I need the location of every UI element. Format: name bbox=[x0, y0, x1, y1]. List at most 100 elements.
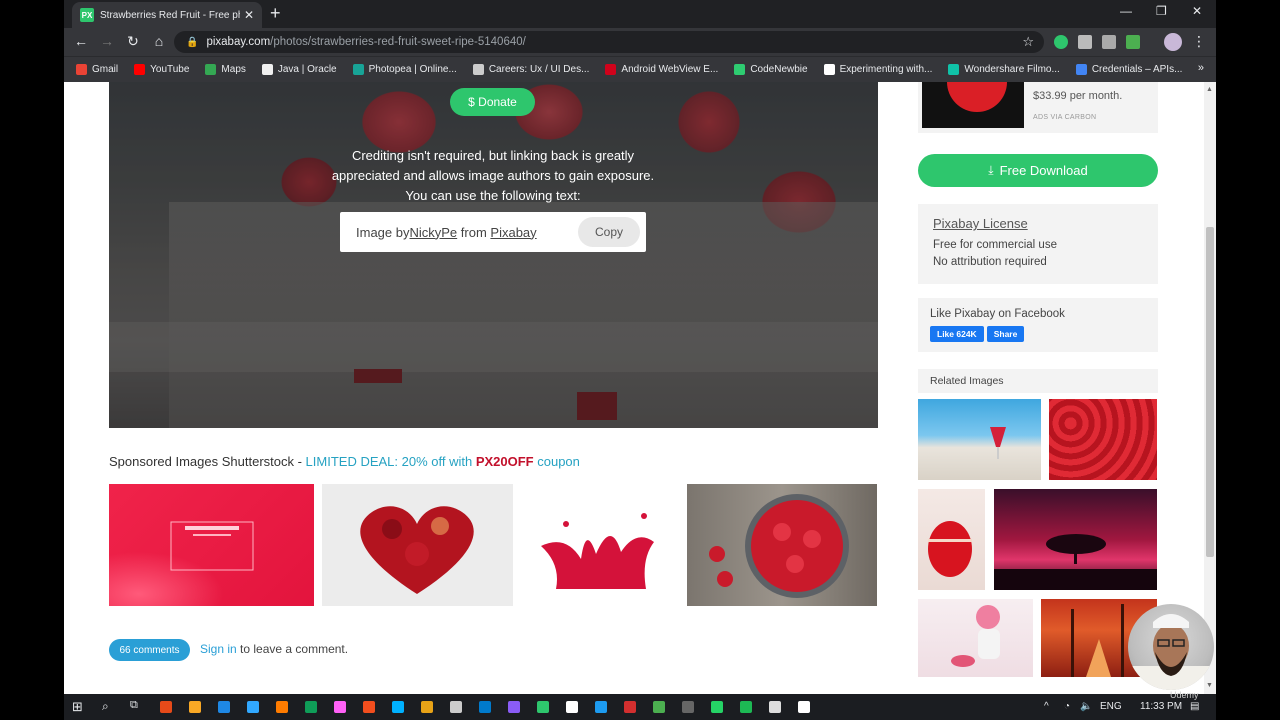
bookmark-item[interactable]: Experimenting with... bbox=[823, 64, 933, 75]
close-tab-icon[interactable]: ✕ bbox=[244, 8, 254, 22]
pixabay-link[interactable]: Pixabay bbox=[490, 225, 536, 240]
free-download-button[interactable]: ⤓ Free Download bbox=[918, 154, 1158, 187]
network-icon[interactable]: ◔ bbox=[1064, 701, 1070, 712]
extension-icon[interactable] bbox=[1126, 35, 1140, 49]
taskbar-app-icon[interactable] bbox=[624, 701, 636, 713]
license-link[interactable]: Pixabay License bbox=[933, 216, 1143, 231]
new-tab-icon[interactable]: + bbox=[270, 4, 281, 22]
bookmark-item[interactable]: Gmail bbox=[76, 64, 118, 75]
page-scrollbar[interactable]: ▲ ▼ bbox=[1204, 82, 1216, 694]
related-image[interactable] bbox=[918, 399, 1041, 480]
bookmark-item[interactable]: Android WebView E... bbox=[605, 64, 718, 75]
extension-icon[interactable] bbox=[1102, 35, 1116, 49]
fruits-banner-graphic bbox=[170, 521, 254, 571]
signin-link[interactable]: Sign in bbox=[200, 642, 237, 656]
related-image[interactable] bbox=[918, 489, 985, 590]
sponsored-image[interactable] bbox=[109, 484, 314, 606]
windows-start-icon[interactable]: ⊞ bbox=[72, 699, 83, 715]
address-bar[interactable]: 🔒 pixabay.com /photos/strawberries-red-f… bbox=[174, 31, 1044, 53]
facebook-title: Like Pixabay on Facebook bbox=[930, 308, 1065, 320]
home-icon[interactable]: ⌂ bbox=[150, 33, 168, 49]
credit-line: appreciated and allows image authors to … bbox=[331, 168, 655, 183]
bookmark-favicon-icon bbox=[76, 64, 87, 75]
taskbar-app-icon[interactable] bbox=[537, 701, 549, 713]
tab-pixabay[interactable]: PX Strawberries Red Fruit - Free pho ✕ bbox=[72, 2, 262, 28]
scroll-down-icon[interactable]: ▼ bbox=[1206, 682, 1213, 689]
author-link[interactable]: NickyPe bbox=[409, 225, 457, 240]
taskbar-app-icon[interactable] bbox=[798, 701, 810, 713]
bookmarks-more-icon[interactable]: » bbox=[1198, 62, 1204, 74]
taskbar-app-icon[interactable] bbox=[421, 701, 433, 713]
language-indicator[interactable]: ENG bbox=[1100, 701, 1122, 712]
taskbar-app-icon[interactable] bbox=[653, 701, 665, 713]
taskbar-app-icon[interactable] bbox=[682, 701, 694, 713]
bookmark-label: Wondershare Filmo... bbox=[964, 64, 1060, 75]
window-close-icon[interactable]: ✕ bbox=[1192, 4, 1202, 18]
show-hidden-icons-icon[interactable]: ^ bbox=[1044, 701, 1049, 712]
deal-suffix: coupon bbox=[533, 454, 580, 469]
deal-link[interactable]: LIMITED DEAL: 20% off with PX20OFF coupo… bbox=[306, 454, 580, 469]
taskbar-app-icon[interactable] bbox=[566, 701, 578, 713]
sponsored-image[interactable] bbox=[687, 484, 877, 606]
taskbar-app-icon[interactable] bbox=[740, 701, 752, 713]
bookmark-item[interactable]: CodeNewbie bbox=[734, 64, 808, 75]
taskbar-app-icon[interactable] bbox=[508, 701, 520, 713]
related-image[interactable] bbox=[918, 599, 1033, 677]
taskbar-app-icon[interactable] bbox=[160, 701, 172, 713]
bookmark-item[interactable]: Photopea | Online... bbox=[352, 64, 457, 75]
maximize-icon[interactable]: ❐ bbox=[1156, 4, 1167, 18]
clock[interactable]: 11:33 PM bbox=[1140, 701, 1182, 712]
taskbar-app-icon[interactable] bbox=[450, 701, 462, 713]
notifications-icon[interactable]: ▤ bbox=[1190, 701, 1199, 712]
taskbar-app-icon[interactable] bbox=[479, 701, 491, 713]
scroll-up-icon[interactable]: ▲ bbox=[1206, 86, 1213, 93]
scrollbar-thumb[interactable] bbox=[1206, 227, 1214, 557]
taskbar-app-icon[interactable] bbox=[334, 701, 346, 713]
donate-button[interactable]: $ Donate bbox=[450, 88, 535, 116]
search-icon[interactable]: ⌕ bbox=[102, 699, 109, 714]
bookmark-item[interactable]: Java | Oracle bbox=[261, 64, 337, 75]
bookmark-item[interactable]: YouTube bbox=[134, 64, 189, 75]
bookmark-item[interactable]: Careers: Ux / UI Des... bbox=[472, 64, 589, 75]
minimize-icon[interactable]: — bbox=[1120, 4, 1132, 18]
grammarly-extension-icon[interactable] bbox=[1054, 35, 1068, 49]
taskbar-app-icon[interactable] bbox=[218, 701, 230, 713]
comments-count-badge[interactable]: 66 comments bbox=[109, 639, 190, 661]
taskbar-app-icon[interactable] bbox=[305, 701, 317, 713]
facebook-share-button[interactable]: Share bbox=[986, 326, 1025, 342]
browser-window: PX Strawberries Red Fruit - Free pho ✕ +… bbox=[64, 0, 1216, 720]
bookmark-star-icon[interactable]: ☆ bbox=[1022, 34, 1034, 50]
taskbar-app-icon[interactable] bbox=[595, 701, 607, 713]
taskbar-app-icon[interactable] bbox=[769, 701, 781, 713]
volume-icon[interactable]: 🔈 bbox=[1080, 701, 1092, 712]
related-image[interactable] bbox=[994, 489, 1157, 590]
coupon-code: PX20OFF bbox=[475, 454, 534, 469]
profile-avatar[interactable] bbox=[1164, 33, 1182, 51]
bookmark-item[interactable]: Wondershare Filmo... bbox=[948, 64, 1060, 75]
taskbar-app-icon[interactable] bbox=[392, 701, 404, 713]
sponsored-image[interactable] bbox=[322, 484, 513, 606]
taskbar-app-icon[interactable] bbox=[189, 701, 201, 713]
bookmark-item[interactable]: Credentials – APIs... bbox=[1075, 64, 1182, 75]
bookmark-item[interactable]: Maps bbox=[205, 64, 246, 75]
bookmark-favicon-icon bbox=[823, 64, 835, 75]
menu-icon[interactable]: ⋮ bbox=[1190, 33, 1208, 50]
taskbar-app-icon[interactable] bbox=[363, 701, 375, 713]
related-image[interactable] bbox=[1049, 399, 1157, 480]
copy-button[interactable]: Copy bbox=[578, 217, 640, 247]
bookmark-label: Experimenting with... bbox=[839, 64, 933, 75]
reload-icon[interactable]: ↻ bbox=[124, 33, 142, 50]
credit-line: You can use the following text: bbox=[405, 188, 581, 203]
extension-icon[interactable] bbox=[1078, 35, 1092, 49]
sponsored-image[interactable] bbox=[526, 484, 668, 606]
carbon-ad[interactable]: $33.99 per month. ADS VIA CARBON bbox=[918, 82, 1158, 133]
forward-icon[interactable]: → bbox=[98, 33, 116, 49]
bookmark-label: Gmail bbox=[92, 64, 119, 75]
taskbar-app-icon[interactable] bbox=[276, 701, 288, 713]
related-images-heading: Related Images bbox=[918, 369, 1158, 393]
task-view-icon[interactable]: ⧉ bbox=[130, 699, 138, 712]
taskbar-app-icon[interactable] bbox=[247, 701, 259, 713]
back-icon[interactable]: ← bbox=[72, 33, 90, 49]
facebook-like-button[interactable]: Like 624K bbox=[930, 326, 984, 342]
taskbar-app-icon[interactable] bbox=[711, 701, 723, 713]
